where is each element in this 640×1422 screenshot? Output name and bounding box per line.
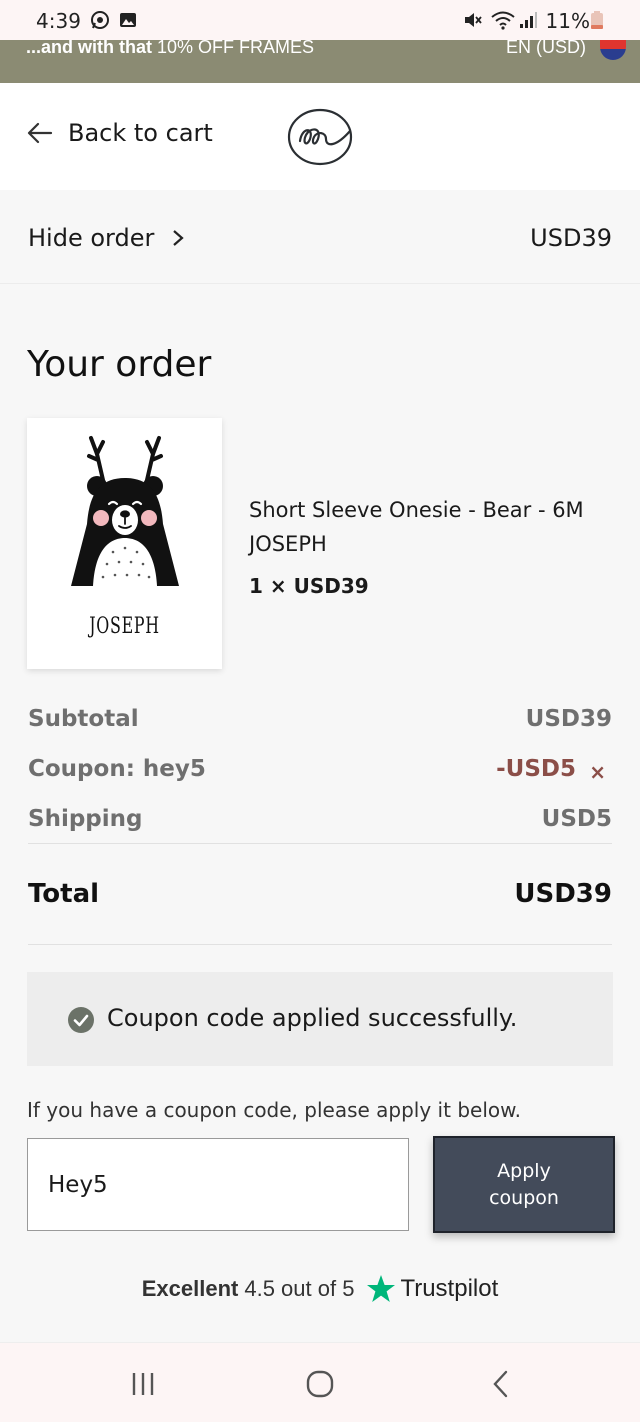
shipping-value: USD5 [541,806,612,832]
total-value: USD39 [514,879,612,909]
battery-percent: 11% [545,9,590,33]
coupon-success-notice: Coupon code applied successfully. [27,972,613,1066]
recent-apps-icon[interactable] [128,1369,158,1399]
bear-illustration [71,436,179,586]
status-time: 4:39 [36,9,81,33]
status-bar: 4:39 11% [0,0,640,40]
coupon-hint: If you have a coupon code, please apply … [27,1098,521,1122]
mute-icon [465,13,482,27]
gallery-icon [120,13,136,27]
total-label: Total [28,879,100,909]
flag-icon[interactable] [600,40,626,60]
subtotal-label: Subtotal [28,706,139,732]
battery-icon [591,11,603,29]
order-main: Hide order USD39 Your order JOSEPH Short… [0,190,640,1342]
your-order-heading: Your order [27,344,212,385]
trustpilot-rating: 4.5 out of 5 [244,1276,355,1301]
hide-order-toggle[interactable]: Hide order [28,224,185,252]
coupon-discount-value: -USD5 [496,756,576,782]
product-title: Short Sleeve Onesie - Bear - 6M JOSEPH [249,493,619,561]
chevron-right-icon [173,230,185,246]
remove-coupon-button[interactable]: × [589,760,606,784]
divider [28,944,612,945]
back-to-cart-link[interactable]: Back to cart [26,119,213,147]
coupon-code-input[interactable] [27,1138,409,1231]
checkout-header: Back to cart [0,83,640,190]
subtotal-value: USD39 [525,706,612,732]
total-row: Total USD39 [28,879,612,915]
trustpilot-label: Excellent [141,1276,239,1301]
back-to-cart-label: Back to cart [68,119,213,147]
promo-text: ...and with that 10% OFF FRAMES [26,40,315,57]
language-selector[interactable]: EN (USD) [506,40,586,58]
coupon-success-message: Coupon code applied successfully. [107,1004,518,1032]
trustpilot-brand: Trustpilot [400,1275,499,1302]
apply-coupon-label-line2: coupon [489,1186,559,1209]
logo-icon[interactable] [286,105,356,167]
signal-icon [520,12,537,28]
back-arrow-icon [27,122,53,144]
system-nav-bar [0,1342,640,1422]
product-image-name: JOSEPH [89,614,160,639]
summary-total: USD39 [530,224,612,252]
shipping-row: Shipping USD5 [28,806,612,840]
trustpilot-widget[interactable]: Excellent 4.5 out of 5 Trustpilot [0,1274,640,1304]
shipping-label: Shipping [28,806,143,832]
divider [28,843,612,844]
coupon-label: Coupon: hey5 [28,756,206,782]
whatsapp-icon [91,11,109,29]
hide-order-label: Hide order [28,224,155,252]
back-nav-icon[interactable] [486,1369,516,1399]
apply-coupon-button[interactable]: Apply coupon [433,1136,615,1233]
product-name: Short Sleeve Onesie - Bear - 6M [249,498,584,522]
promo-banner: ...and with that 10% OFF FRAMES EN (USD) [0,40,640,83]
check-circle-icon [68,1007,94,1033]
order-summary-row[interactable]: Hide order USD39 [0,190,640,284]
coupon-row: Coupon: hey5 -USD5 × [28,756,612,790]
trustpilot-star-icon [367,1275,396,1302]
home-icon[interactable] [305,1369,335,1399]
product-personalization: JOSEPH [249,532,327,556]
wifi-icon [491,11,515,30]
product-quantity-price: 1 × USD39 [249,574,369,598]
apply-coupon-label-line1: Apply [497,1159,551,1182]
subtotal-row: Subtotal USD39 [28,706,612,740]
product-image: JOSEPH [27,418,222,669]
